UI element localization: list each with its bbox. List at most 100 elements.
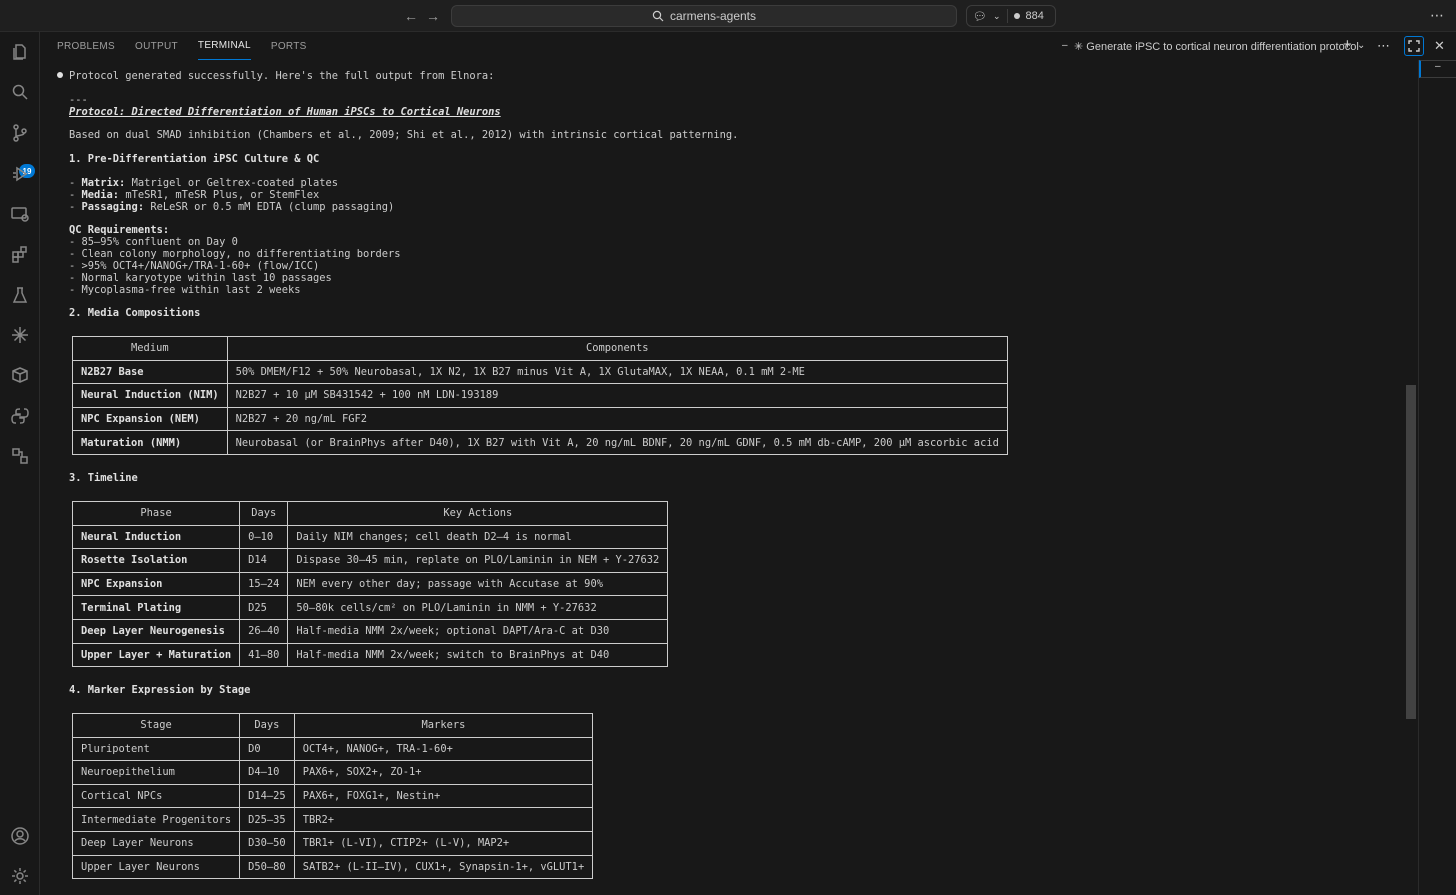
stage-days: D25–35 [239, 807, 295, 832]
copilot-status[interactable]: 💬︎ ⌄ 884 [966, 5, 1056, 27]
python-icon[interactable] [8, 404, 32, 428]
section-4-title: 4. Marker Expression by Stage [69, 684, 251, 696]
explorer-icon[interactable] [8, 40, 32, 64]
more-actions-icon[interactable]: ⋯ [1377, 38, 1390, 54]
table-row: Upper Layer + Maturation 41–80 Half-medi… [71, 642, 669, 668]
phase-actions: 50–80k cells/cm² on PLO/Laminin in NMM +… [287, 595, 669, 620]
search-icon [652, 10, 664, 22]
phase-actions: Dispase 30–45 min, replate on PLO/Lamini… [287, 548, 669, 573]
medium-name: N2B27 Base [72, 359, 228, 385]
medium-name: Neural Induction (NIM) [72, 383, 228, 408]
status-bullet-icon [57, 72, 63, 78]
table-header: Components [226, 336, 1008, 361]
phase-name: Upper Layer + Maturation [71, 642, 241, 668]
settings-gear-icon[interactable] [8, 864, 32, 888]
table-row: Pluripotent D0 OCT4+, NANOG+, TRA-1-60+ [71, 736, 594, 762]
phase-days: 41–80 [239, 642, 289, 668]
status-dot-icon [1013, 13, 1020, 19]
stage-markers: PAX6+, SOX2+, ZO-1+ [293, 760, 594, 785]
horizontal-rule: --- [69, 94, 88, 106]
forward-arrow-icon[interactable]: → [426, 8, 440, 24]
more-icon[interactable]: ⋯ [1430, 7, 1445, 24]
tab-problems[interactable]: PROBLEMS [57, 32, 115, 60]
remote-explorer-icon[interactable] [8, 202, 32, 226]
phase-days: 0–10 [239, 524, 289, 550]
qc-item: - Normal karyotype within last 10 passag… [69, 272, 332, 284]
title-bar: ← → carmens-agents 💬︎ ⌄ 884 ⋯ [0, 0, 1456, 32]
section-1-title: 1. Pre-Differentiation iPSC Culture & QC [69, 153, 320, 165]
table-header: Key Actions [287, 501, 669, 526]
search-icon[interactable] [8, 80, 32, 104]
terminal-title[interactable]: ✳ Generate iPSC to cortical neuron diffe… [1074, 40, 1359, 53]
table-header: Phase [71, 501, 241, 526]
back-arrow-icon[interactable]: ← [404, 8, 418, 24]
command-center-search[interactable]: carmens-agents [451, 5, 957, 27]
table-row: Terminal Plating D25 50–80k cells/cm² on… [71, 595, 669, 620]
terminal-scrollbar[interactable] [1406, 385, 1416, 719]
qc-item: - >95% OCT4+/NANOG+/TRA-1-60+ (flow/ICC) [69, 260, 320, 272]
medium-components: N2B27 + 20 ng/mL FGF2 [226, 406, 1008, 432]
table-header: Days [239, 501, 289, 526]
table-header-row: Medium Components [72, 336, 1008, 361]
qc-item: - Clean colony morphology, no differenti… [69, 248, 401, 260]
tab-output[interactable]: OUTPUT [135, 32, 178, 60]
split-layout-icon[interactable] [8, 444, 32, 468]
timeline-table: Phase Days Key Actions Neural Induction … [71, 501, 669, 668]
list-item-media: - Media: mTeSR1, mTeSR Plus, or StemFlex [69, 189, 320, 201]
stage-days: D30–50 [239, 830, 295, 856]
media-table: Medium Components N2B27 Base 50% DMEM/F1… [72, 336, 1008, 455]
new-terminal-plus-icon[interactable]: + [1343, 36, 1352, 53]
phase-days: 26–40 [239, 618, 289, 644]
qc-title: QC Requirements: [69, 224, 170, 236]
stage-name: Deep Layer Neurons [71, 830, 241, 856]
account-icon[interactable] [8, 824, 32, 848]
table-row: Rosette Isolation D14 Dispase 30–45 min,… [71, 548, 669, 573]
activity-bar: 19 [0, 32, 40, 895]
medium-name: Maturation (NMM) [72, 430, 228, 455]
table-row: Deep Layer Neurons D30–50 TBR1+ (L-VI), … [71, 830, 594, 856]
intro-text: Based on dual SMAD inhibition (Chambers … [69, 129, 739, 141]
table-row: Intermediate Progenitors D25–35 TBR2+ [71, 807, 594, 832]
medium-components: 50% DMEM/F12 + 50% Neurobasal, 1X N2, 1X… [226, 359, 1008, 385]
stage-markers: PAX6+, FOXG1+, Nestin+ [293, 783, 594, 809]
stage-days: D0 [239, 736, 295, 762]
terminal-list-item[interactable]: – [1419, 60, 1456, 78]
phase-actions: Half-media NMM 2x/week; switch to BrainP… [287, 642, 669, 668]
testing-flask-icon[interactable] [8, 283, 32, 307]
terminal-output[interactable]: Protocol generated successfully. Here's … [41, 62, 1416, 895]
stage-markers: SATB2+ (L-II–IV), CUX1+, Synapsin-1+, vG… [293, 854, 594, 880]
search-text: carmens-agents [669, 9, 757, 23]
extensions-icon[interactable] [8, 242, 32, 266]
stage-markers: TBR1+ (L-VI), CTIP2+ (L-V), MAP2+ [293, 830, 594, 856]
phase-name: Rosette Isolation [71, 548, 241, 573]
phase-days: D14 [239, 548, 289, 573]
medium-components: N2B27 + 10 µM SB431542 + 100 nM LDN-1931… [226, 383, 1008, 408]
medium-components: Neurobasal (or BrainPhys after D40), 1X … [226, 430, 1008, 455]
table-header: Medium [72, 336, 228, 361]
source-control-icon[interactable] [8, 121, 32, 145]
table-row: NPC Expansion (NEM) N2B27 + 20 ng/mL FGF… [72, 406, 1008, 432]
stage-name: Neuroepithelium [71, 760, 241, 785]
terminal-list-panel: – [1418, 60, 1456, 895]
stage-markers: TBR2+ [293, 807, 594, 832]
phase-days: D25 [239, 595, 289, 620]
table-header-row: Phase Days Key Actions [71, 501, 669, 526]
stage-days: D4–10 [239, 760, 295, 785]
marker-table: Stage Days Markers Pluripotent D0 OCT4+,… [71, 713, 594, 880]
table-row: Maturation (NMM) Neurobasal (or BrainPhy… [72, 430, 1008, 455]
tab-ports[interactable]: PORTS [271, 32, 307, 60]
chevron-down-icon[interactable]: ⌄ [1357, 40, 1365, 51]
asterisk-icon[interactable] [8, 323, 32, 347]
protocol-heading: Protocol: Directed Differentiation of Hu… [69, 106, 501, 118]
table-header: Stage [71, 713, 241, 738]
close-icon[interactable]: ✕ [1434, 38, 1445, 54]
run-debug-icon[interactable] [8, 162, 32, 186]
maximize-panel-button[interactable] [1404, 36, 1424, 56]
tab-terminal[interactable]: TERMINAL [197, 32, 251, 60]
stage-days: D50–80 [239, 854, 295, 880]
box-icon[interactable] [8, 363, 32, 387]
chevron-down-icon[interactable]: ⌄ [993, 11, 1001, 22]
panel-header: PROBLEMS OUTPUT TERMINAL PORTS – ✳ Gener… [41, 32, 1456, 60]
chat-icon[interactable]: 💬︎ [973, 10, 987, 23]
table-row: Neuroepithelium D4–10 PAX6+, SOX2+, ZO-1… [71, 760, 594, 785]
